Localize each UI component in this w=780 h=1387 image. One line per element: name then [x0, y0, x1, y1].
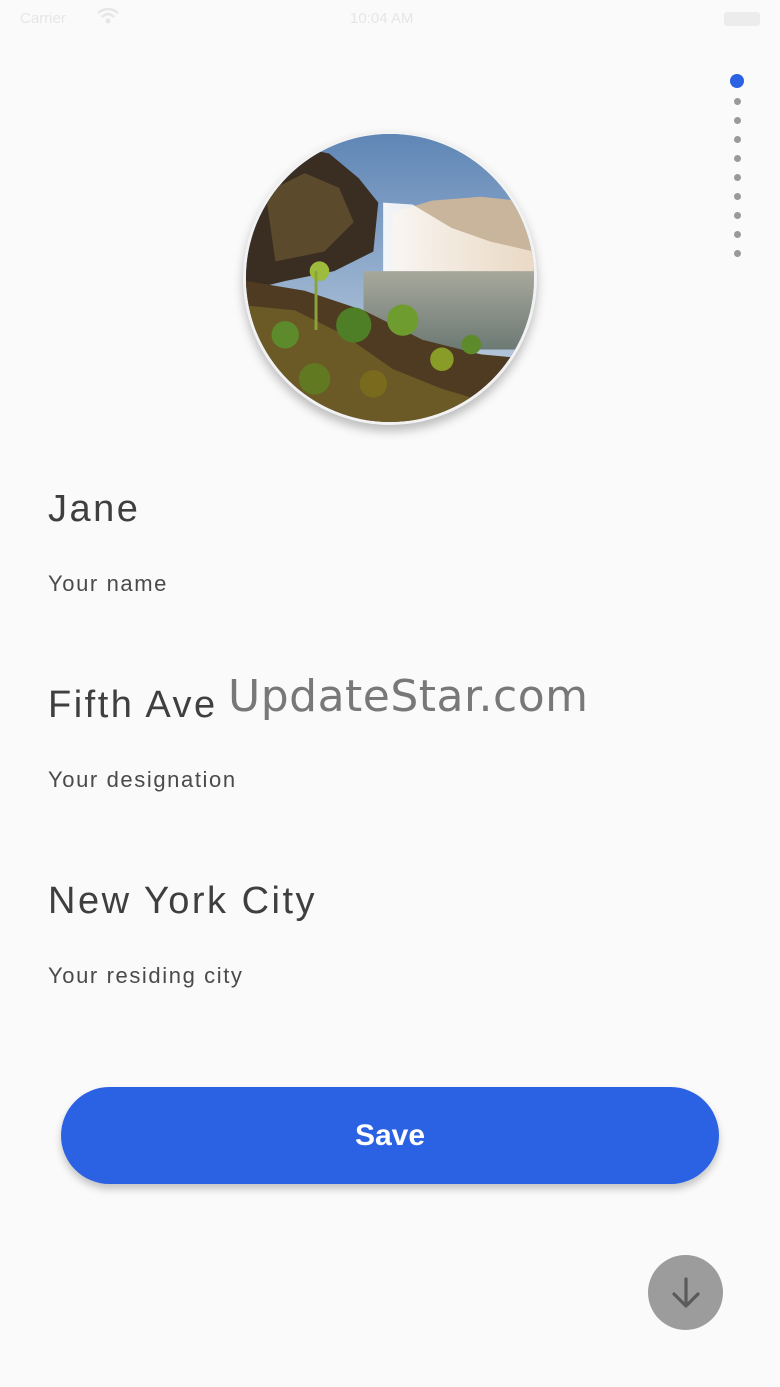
name-label: Your name: [48, 571, 168, 596]
save-button[interactable]: Save: [61, 1087, 719, 1184]
page-dot[interactable]: [733, 174, 741, 181]
page-dot[interactable]: [733, 193, 741, 200]
page-dot[interactable]: [733, 117, 741, 124]
battery-icon: [724, 12, 760, 26]
page-indicator[interactable]: [729, 74, 745, 269]
clock-label: 10:04 AM: [350, 10, 414, 27]
arrow-down-icon: [671, 1276, 700, 1308]
page-dot[interactable]: [733, 212, 741, 219]
scroll-down-button[interactable]: [648, 1255, 723, 1330]
page-dot[interactable]: [733, 155, 741, 162]
waterfall-photo-icon: [246, 134, 534, 422]
page-dot[interactable]: [733, 98, 741, 105]
city-value[interactable]: New York City: [48, 879, 728, 923]
city-label: Your residing city: [48, 963, 244, 988]
page-dot[interactable]: [733, 136, 741, 143]
page-dot-active[interactable]: [730, 74, 744, 88]
page-dot[interactable]: [733, 231, 741, 238]
city-field[interactable]: New York City Your residing city: [48, 879, 728, 988]
wifi-icon: [96, 6, 120, 30]
name-field[interactable]: Jane Your name: [48, 487, 728, 596]
page-dot[interactable]: [733, 250, 741, 257]
designation-label: Your designation: [48, 767, 237, 792]
profile-screen: Carrier 10:04 AM Jane Your name Fifth Av…: [0, 0, 780, 1387]
profile-avatar[interactable]: [243, 131, 537, 425]
status-bar: Carrier 10:04 AM: [0, 0, 780, 40]
watermark-text: UpdateStar.com: [228, 671, 589, 722]
carrier-label: Carrier: [20, 10, 66, 27]
name-value[interactable]: Jane: [48, 487, 728, 531]
